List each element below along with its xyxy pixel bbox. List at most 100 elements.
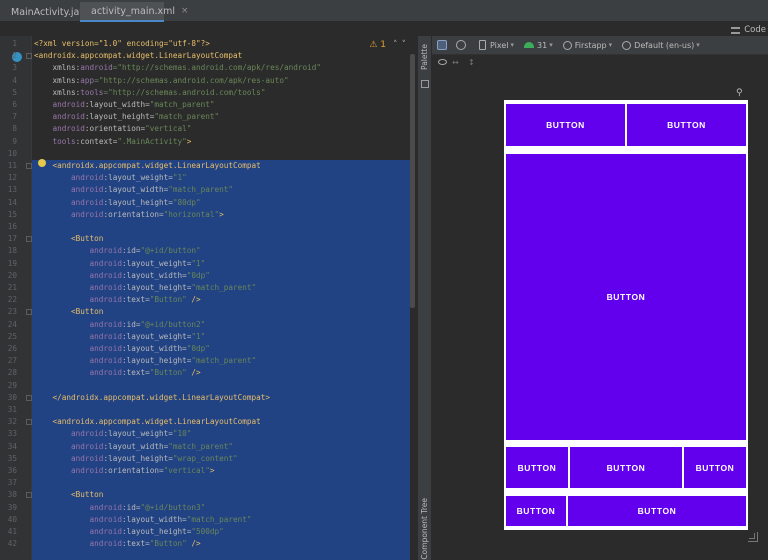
code-line[interactable]: 9 tools:context=".MainActivity"> [0,136,418,148]
fold-marker-icon[interactable] [26,419,32,426]
preview-button[interactable]: BUTTON [506,104,625,146]
line-code: android:layout_height="wrap_content" [34,453,238,465]
code-line[interactable]: 16 [0,221,418,233]
code-line[interactable]: 2 <androidx.appcompat.widget.LinearLayout… [0,50,418,62]
tab-activity-main-xml[interactable]: activity_main.xml × [80,2,189,22]
code-line[interactable]: 15 android:orientation="horizontal"> [0,209,418,221]
preview-button-8[interactable]: BUTTON [568,496,746,526]
orientation-icon[interactable] [456,40,466,50]
code-line[interactable]: 32 <androidx.appcompat.widget.LinearLayo… [0,416,418,428]
code-line[interactable]: 11 <androidx.appcompat.widget.LinearLayo… [0,160,418,172]
fold-marker-icon[interactable] [26,309,32,316]
design-surface-icon[interactable] [437,40,447,50]
code-view-toggle[interactable]: Code [731,23,766,37]
code-line[interactable]: 17 <Button [0,233,418,245]
code-line[interactable]: 23 <Button [0,306,418,318]
line-code: android:layout_width="0dp" [34,270,210,282]
theme-selector[interactable]: Firstapp ▾ [562,40,612,50]
code-token: ="http://schemas.android.com/tools" [103,87,266,97]
margin-icon[interactable]: ↕ [468,58,475,67]
previous-warning-icon[interactable]: ˄ [393,40,402,50]
preview-button-6[interactable]: BUTTON [684,447,746,488]
code-token: :layout_height= [121,283,192,292]
code-token: android [89,356,122,366]
code-line[interactable]: 8 android:orientation="vertical" [0,123,418,135]
code-line[interactable]: 27 android:layout_height="match_parent" [0,355,418,367]
code-line[interactable]: 36 android:orientation="vertical"> [0,465,418,477]
code-line[interactable]: 28 android:text="Button" /> [0,367,418,379]
resize-handle-icon[interactable] [748,532,758,542]
code-line[interactable]: 1 <?xml version="1.0" encoding="utf-8"?> [0,38,418,50]
code-line[interactable]: 4 xmlns:app="http://schemas.android.com/… [0,75,418,87]
code-line[interactable]: 31 [0,404,418,416]
constraint-arrows-icon[interactable]: ↔ [452,58,459,67]
close-tab-icon[interactable]: × [181,6,189,16]
globe-icon [622,40,632,50]
next-warning-icon[interactable]: ˅ [402,40,411,50]
code-line[interactable]: 5 xmlns:tools="http://schemas.android.co… [0,87,418,99]
preview-button-4[interactable]: BUTTON [506,447,568,488]
code-line[interactable]: 12 android:layout_weight="1" [0,172,418,184]
line-code: xmlns:tools="http://schemas.android.com/… [34,87,266,99]
code-line[interactable]: 20 android:layout_width="0dp" [0,270,418,282]
line-code: android:text="Button" /> [34,367,201,379]
preview-button-2[interactable]: BUTTON [627,104,746,146]
tab-mainactivity-java[interactable]: MainActivity.java [0,2,91,22]
code-token: "match_parent" [191,356,257,366]
palette-panel-toggle[interactable]: Palette [420,44,429,70]
code-line[interactable]: 40 android:layout_width="match_parent" [0,514,418,526]
fold-marker-icon[interactable] [26,236,32,243]
line-code: xmlns:android="http://schemas.android.co… [34,62,321,74]
fold-marker-icon[interactable] [26,394,32,401]
fold-marker-icon[interactable] [26,492,32,499]
fold-marker-icon[interactable] [26,53,32,60]
editor-scrollbar[interactable] [410,54,415,308]
line-code: android:layout_height="match_parent" [34,355,257,367]
preview-button-7[interactable]: BUTTON [506,496,566,526]
code-line[interactable]: 30 </androidx.appcompat.widget.LinearLay… [0,392,418,404]
eye-icon[interactable] [438,59,447,65]
code-line[interactable]: 29 [0,380,418,392]
code-line[interactable]: 24 android:id="@+id/button2" [0,319,418,331]
warning-navigation[interactable]: ˄˅ [393,40,410,50]
line-number: 12 [7,173,17,183]
code-line[interactable]: 33 android:layout_weight="10" [0,428,418,440]
code-line[interactable]: 35 android:layout_height="wrap_content" [0,453,418,465]
code-line[interactable]: 38 <Button [0,489,418,501]
warning-indicator[interactable]: ⚠ 1 [369,40,386,50]
code-line[interactable]: 41 android:layout_height="500dp" [0,526,418,538]
fold-marker-icon[interactable] [26,163,32,169]
code-line[interactable]: 26 android:layout_width="0dp" [0,343,418,355]
preview-button-5[interactable]: BUTTON [570,447,682,488]
code-line[interactable]: 42 android:text="Button" /> [0,538,418,550]
api-level-selector[interactable]: 31 ▾ [524,41,553,50]
locale-selector[interactable]: Default (en-us) ▾ [622,40,700,50]
code-line[interactable]: 21 android:layout_height="match_parent" [0,282,418,294]
device-selector[interactable]: Pixel ▾ [479,40,514,50]
xml-code-editor[interactable]: 1 <?xml version="1.0" encoding="utf-8"?> 2… [0,36,418,560]
code-line[interactable]: 25 android:layout_weight="1" [0,331,418,343]
preview-button-3[interactable]: BUTTON [506,154,746,440]
code-line[interactable]: 34 android:layout_width="match_parent" [0,441,418,453]
code-token: tools [52,136,76,146]
code-line[interactable]: 3 xmlns:android="http://schemas.android.… [0,62,418,74]
code-token: "Button" [149,539,187,549]
code-line[interactable]: 39 android:id="@+id/button3" [0,502,418,514]
code-line[interactable]: 18 android:id="@+id/button" [0,245,418,257]
code-token: > [209,466,215,475]
code-token: :layout_width= [103,185,169,195]
code-token: android [89,514,122,524]
code-line[interactable]: 14 android:layout_height="80dp" [0,197,418,209]
intention-bulb-icon[interactable] [38,159,46,167]
code-line[interactable]: 10 [0,148,418,160]
line-code: android:id="@+id/button3" [34,502,206,514]
code-line[interactable]: 6 android:layout_width="match_parent" [0,99,418,111]
component-tree-toggle[interactable]: Component Tree [420,498,429,560]
code-line[interactable]: 22 android:text="Button" /> [0,294,418,306]
code-line[interactable]: 19 android:layout_weight="1" [0,258,418,270]
code-line[interactable]: 7 android:layout_height="match_parent" [0,111,418,123]
pin-icon[interactable]: ⚲ [736,88,743,98]
code-line[interactable]: 37 [0,477,418,489]
code-line[interactable]: 13 android:layout_width="match_parent" [0,184,418,196]
